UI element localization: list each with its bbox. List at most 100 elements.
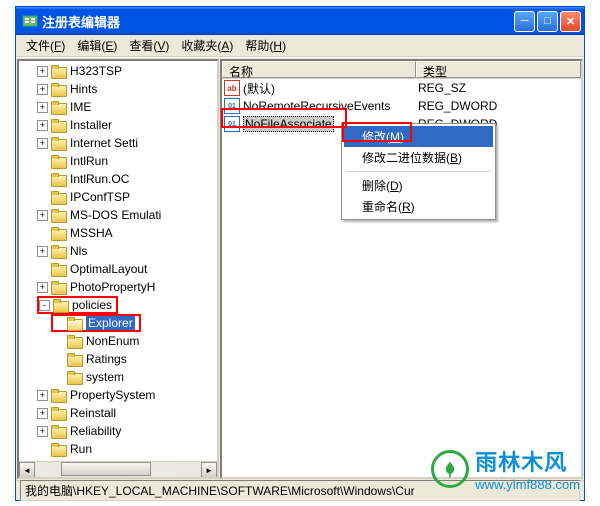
menu-help[interactable]: 帮助(H) bbox=[239, 35, 292, 56]
expand-icon[interactable]: + bbox=[37, 282, 48, 293]
tree-node[interactable]: system bbox=[19, 368, 217, 386]
expand-icon[interactable]: + bbox=[37, 84, 48, 95]
menu-favorites[interactable]: 收藏夹(A) bbox=[175, 35, 239, 56]
menu-separator bbox=[346, 171, 491, 172]
tree-label: IntlRun.OC bbox=[70, 172, 129, 186]
tree-node[interactable]: +PhotoPropertyH bbox=[19, 278, 217, 296]
folder-icon bbox=[53, 299, 69, 312]
value-type: REG_DWORD bbox=[416, 99, 516, 113]
expand-icon[interactable]: + bbox=[37, 408, 48, 419]
tree-label: Internet Setti bbox=[70, 136, 138, 150]
expand-icon bbox=[53, 372, 64, 383]
tree-node[interactable]: + Nls bbox=[19, 242, 217, 260]
scroll-thumb[interactable] bbox=[61, 462, 151, 476]
scroll-left-button[interactable]: ◄ bbox=[19, 462, 35, 478]
expand-icon[interactable]: + bbox=[37, 426, 48, 437]
value-name: NoFileAssociate bbox=[243, 117, 334, 131]
tree-node[interactable]: + Reinstall bbox=[19, 404, 217, 422]
tree-node[interactable]: -policies bbox=[19, 296, 217, 314]
menu-modify[interactable]: 修改(M) bbox=[344, 126, 493, 147]
tree-node[interactable]: Explorer bbox=[19, 314, 217, 332]
tree-node[interactable]: +PropertySystem bbox=[19, 386, 217, 404]
tree-node[interactable]: RunOnce bbox=[19, 458, 217, 461]
expand-icon bbox=[37, 444, 48, 455]
folder-icon bbox=[51, 65, 67, 78]
folder-icon bbox=[51, 461, 67, 462]
tree-label: Reinstall bbox=[70, 406, 116, 420]
expand-icon bbox=[53, 354, 64, 365]
tree-node[interactable]: NonEnum bbox=[19, 332, 217, 350]
tree-label: NonEnum bbox=[86, 334, 139, 348]
expand-icon bbox=[37, 192, 48, 203]
folder-icon bbox=[51, 227, 67, 240]
close-button[interactable]: ✕ bbox=[560, 11, 581, 32]
tree-node[interactable]: + Internet Setti bbox=[19, 134, 217, 152]
folder-icon bbox=[51, 263, 67, 276]
tree-label: Installer bbox=[70, 118, 112, 132]
tree-label: Explorer bbox=[86, 316, 135, 330]
expand-icon[interactable]: + bbox=[37, 120, 48, 131]
tree-label: Reliability bbox=[70, 424, 121, 438]
titlebar[interactable]: 注册表编辑器 ─ □ ✕ bbox=[16, 7, 584, 35]
tree-node[interactable]: +Hints bbox=[19, 80, 217, 98]
col-type[interactable]: 类型 bbox=[416, 61, 581, 78]
list-header: 名称 类型 bbox=[222, 61, 581, 79]
tree-hscrollbar[interactable]: ◄ ► bbox=[19, 461, 217, 477]
folder-icon bbox=[51, 245, 67, 258]
context-menu: 修改(M) 修改二进位数据(B) 删除(D) 重命名(R) bbox=[341, 123, 496, 220]
folder-icon bbox=[67, 335, 83, 348]
menu-edit[interactable]: 编辑(E) bbox=[71, 35, 123, 56]
menu-file[interactable]: 文件(F) bbox=[20, 35, 71, 56]
dword-icon: 01 bbox=[224, 116, 240, 132]
tree-label: IntlRun bbox=[70, 154, 108, 168]
menu-delete[interactable]: 删除(D) bbox=[344, 175, 493, 196]
client-area: +H323TSP+Hints+IME+Installer+Internet Se… bbox=[16, 57, 584, 480]
value-row[interactable]: 01NoRemoteRecursiveEventsREG_DWORD bbox=[222, 97, 581, 115]
expand-icon[interactable]: + bbox=[37, 138, 48, 149]
tree-node[interactable]: Run bbox=[19, 440, 217, 458]
tree-label: Run bbox=[70, 442, 92, 456]
tree-label: RunOnce bbox=[70, 460, 121, 461]
tree-node[interactable]: IntlRun.OC bbox=[19, 170, 217, 188]
scroll-track[interactable] bbox=[35, 462, 201, 477]
window-title: 注册表编辑器 bbox=[42, 12, 514, 31]
menu-rename[interactable]: 重命名(R) bbox=[344, 196, 493, 217]
minimize-button[interactable]: ─ bbox=[514, 11, 535, 32]
menu-modify-binary[interactable]: 修改二进位数据(B) bbox=[344, 147, 493, 168]
menu-view[interactable]: 查看(V) bbox=[123, 35, 175, 56]
tree-node[interactable]: Ratings bbox=[19, 350, 217, 368]
tree-label: OptimalLayout bbox=[70, 262, 147, 276]
expand-icon[interactable]: + bbox=[37, 390, 48, 401]
folder-icon bbox=[51, 101, 67, 114]
expand-icon[interactable]: + bbox=[37, 246, 48, 257]
tree-scroll[interactable]: +H323TSP+Hints+IME+Installer+Internet Se… bbox=[19, 61, 217, 461]
folder-icon bbox=[51, 389, 67, 402]
value-name: NoRemoteRecursiveEvents bbox=[243, 99, 390, 113]
scroll-right-button[interactable]: ► bbox=[201, 462, 217, 478]
tree-node[interactable]: OptimalLayout bbox=[19, 260, 217, 278]
expand-icon[interactable]: + bbox=[37, 102, 48, 113]
window-buttons: ─ □ ✕ bbox=[514, 11, 581, 32]
maximize-button[interactable]: □ bbox=[537, 11, 558, 32]
tree-label: MS-DOS Emulati bbox=[70, 208, 161, 222]
value-row[interactable]: ab(默认)REG_SZ bbox=[222, 79, 581, 97]
tree-node[interactable]: + Installer bbox=[19, 116, 217, 134]
tree-node[interactable]: + MS-DOS Emulati bbox=[19, 206, 217, 224]
tree-node[interactable]: IPConfTSP bbox=[19, 188, 217, 206]
expand-icon[interactable]: + bbox=[37, 66, 48, 77]
app-icon bbox=[22, 13, 38, 29]
tree-node[interactable]: + IME bbox=[19, 98, 217, 116]
col-name[interactable]: 名称 bbox=[222, 61, 416, 78]
expand-icon[interactable]: + bbox=[37, 210, 48, 221]
expand-icon bbox=[53, 318, 64, 329]
value-name: (默认) bbox=[243, 80, 275, 97]
tree-node[interactable]: MSSHA bbox=[19, 224, 217, 242]
expand-icon[interactable]: - bbox=[39, 300, 50, 311]
tree-label: Nls bbox=[70, 244, 87, 258]
list-pane: 名称 类型 ab(默认)REG_SZ 01NoRemoteRecursiveEve… bbox=[220, 59, 583, 479]
tree-node[interactable]: + Reliability bbox=[19, 422, 217, 440]
folder-icon bbox=[51, 425, 67, 438]
tree-label: IME bbox=[70, 100, 91, 114]
tree-node[interactable]: +H323TSP bbox=[19, 62, 217, 80]
tree-node[interactable]: IntlRun bbox=[19, 152, 217, 170]
